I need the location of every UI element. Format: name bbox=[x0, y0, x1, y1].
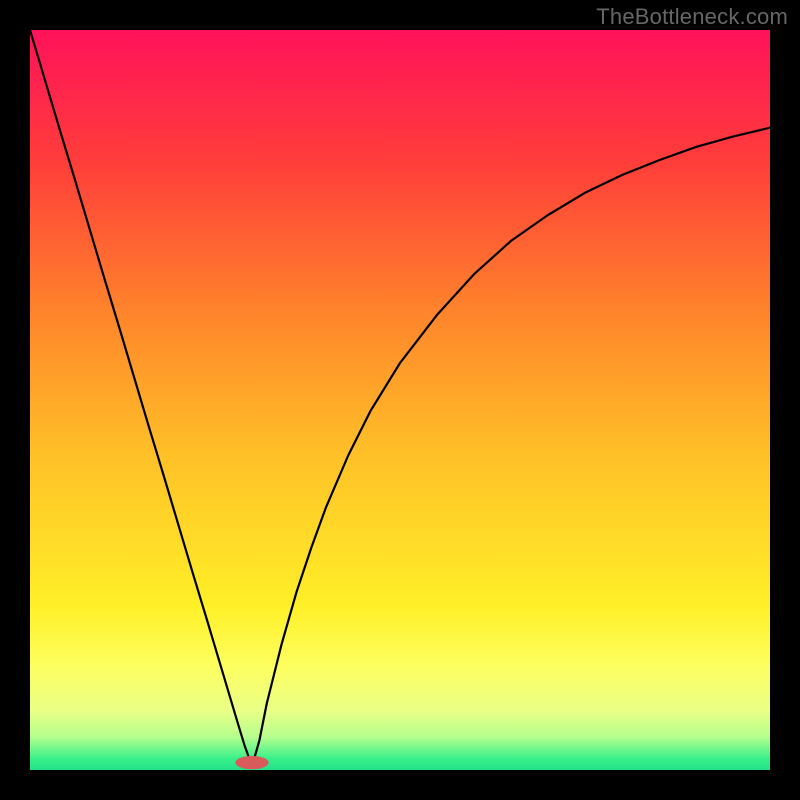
bottleneck-chart bbox=[30, 30, 770, 770]
chart-frame: TheBottleneck.com bbox=[0, 0, 800, 800]
minimum-marker bbox=[235, 756, 268, 769]
watermark-text: TheBottleneck.com bbox=[596, 4, 788, 30]
